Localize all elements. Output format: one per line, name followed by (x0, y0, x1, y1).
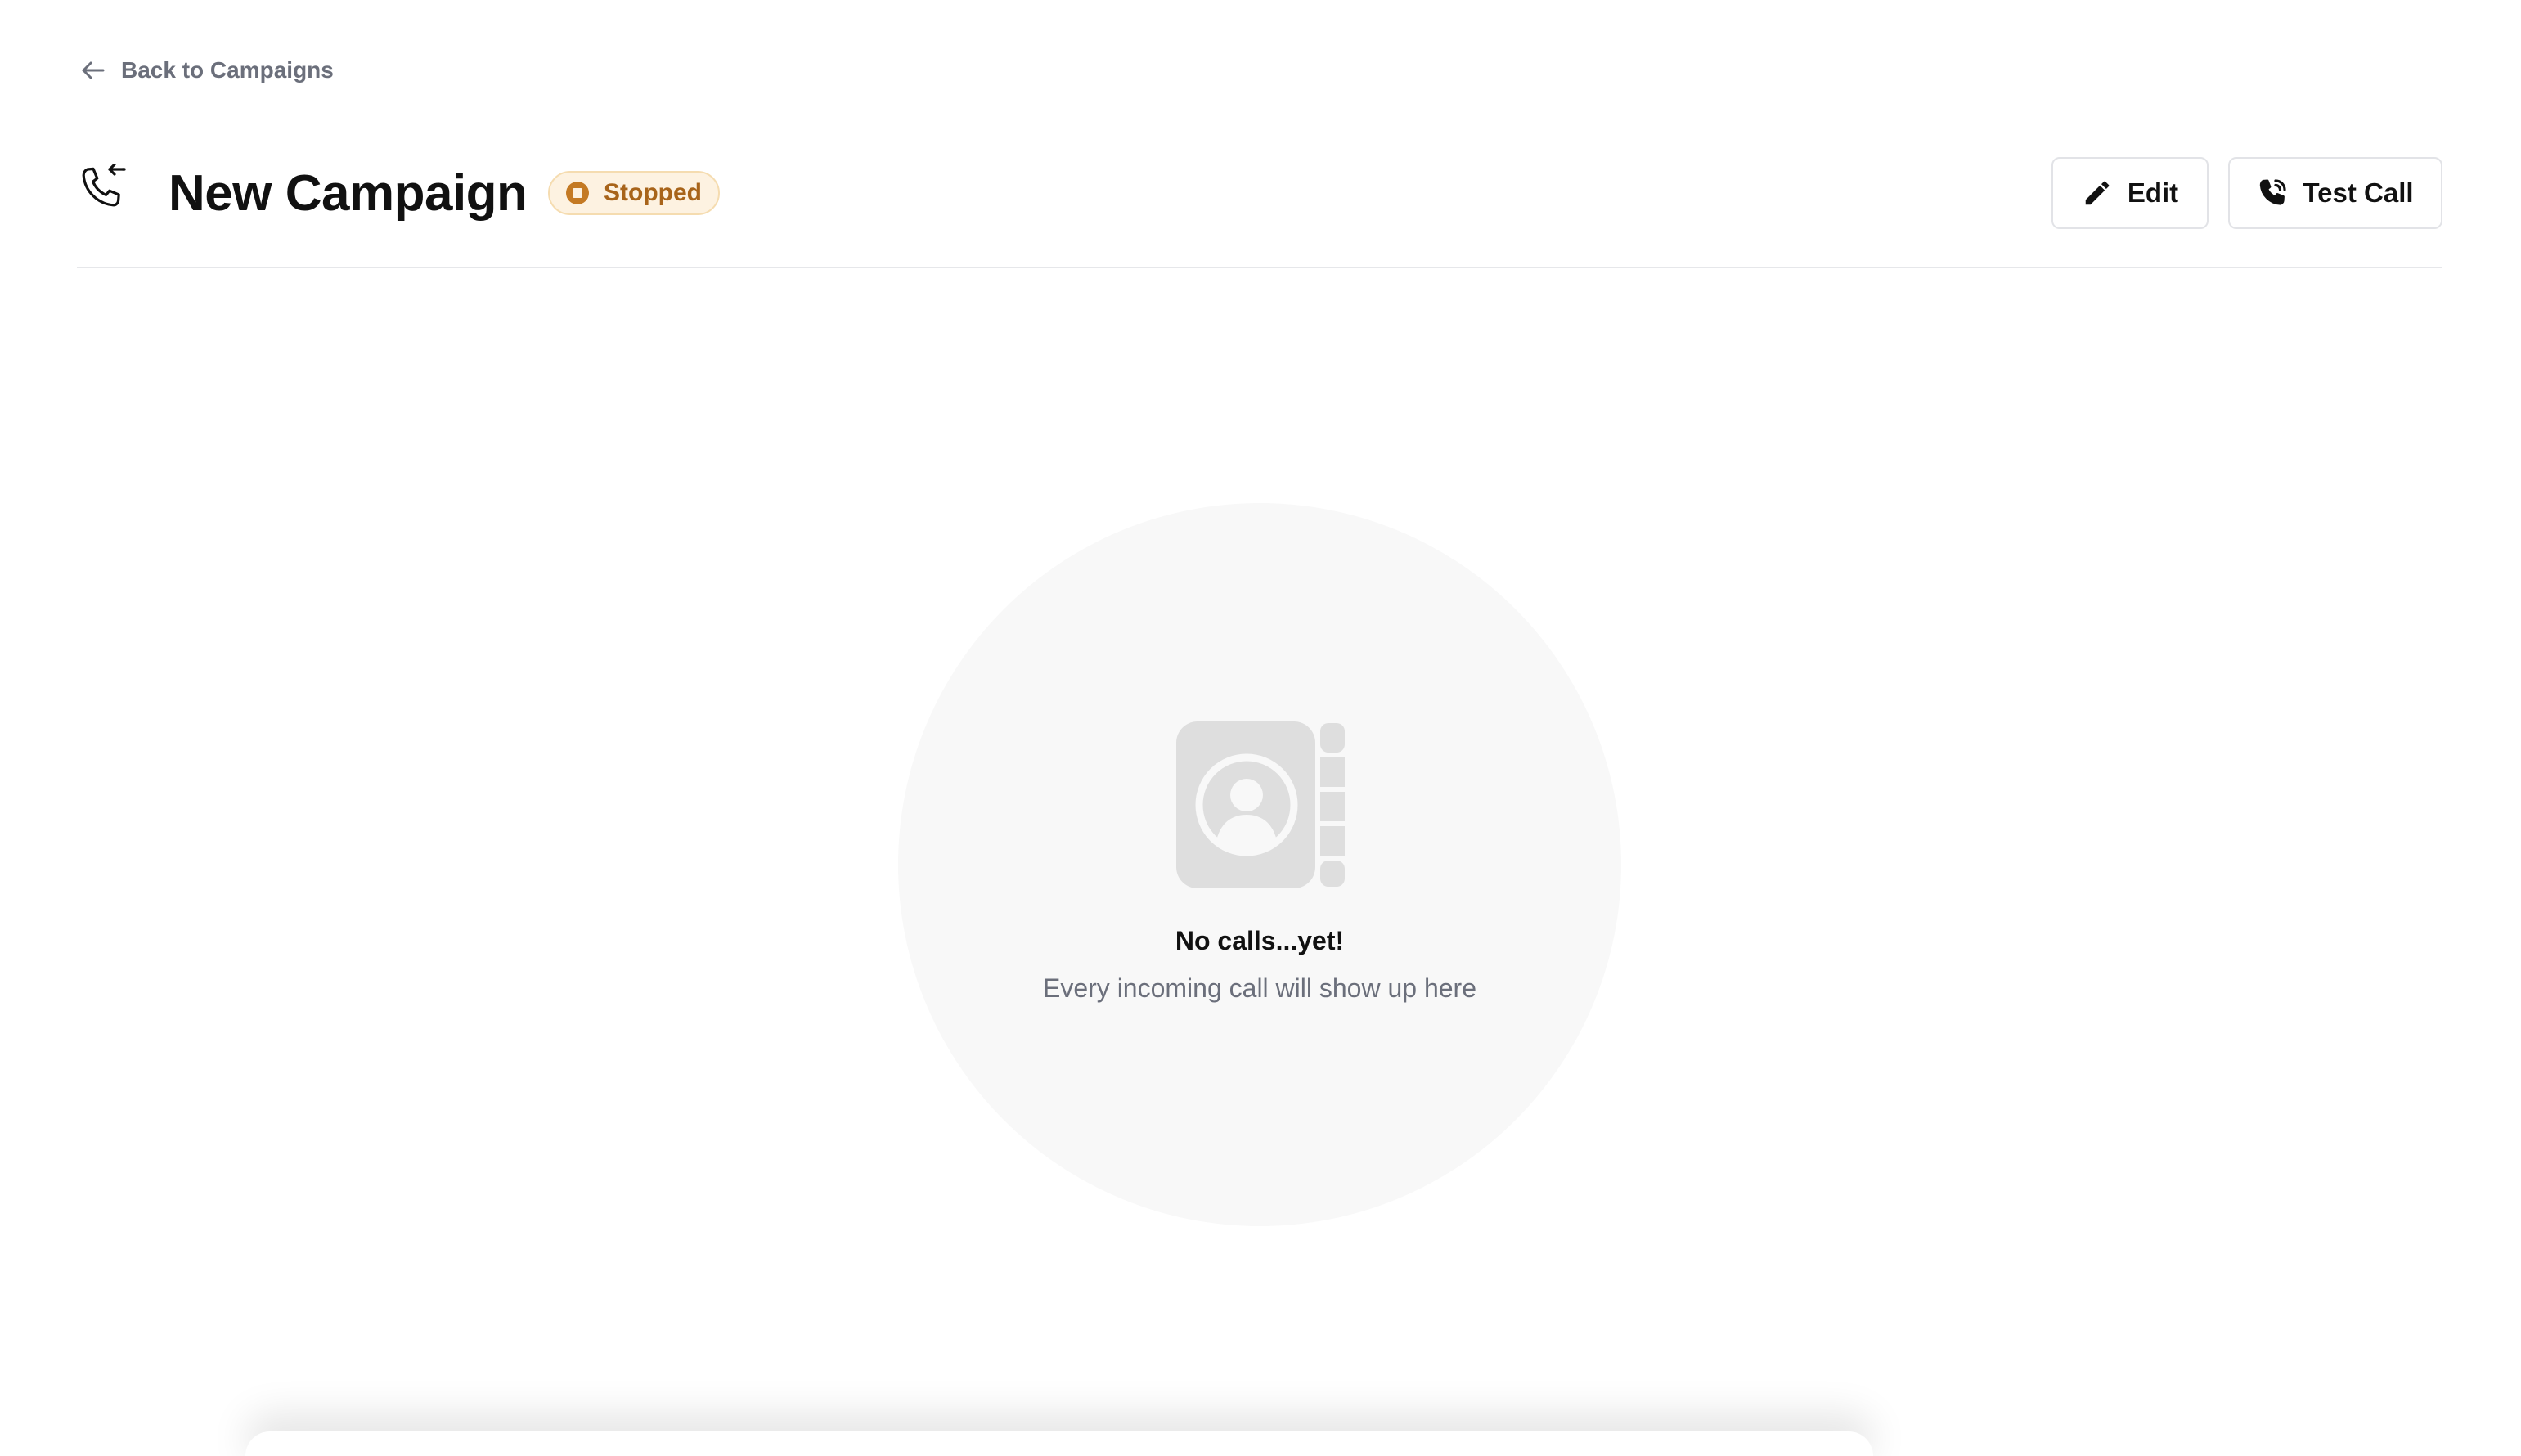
test-call-button-label: Test Call (2303, 178, 2414, 208)
arrow-left-icon (82, 61, 105, 79)
header-actions: Edit Test Call (2051, 157, 2442, 229)
empty-state-title: No calls...yet! (1175, 926, 1345, 955)
phone-calling-icon (2260, 179, 2287, 205)
status-label: Stopped (604, 179, 702, 206)
test-call-button[interactable]: Test Call (2228, 157, 2442, 229)
edit-button[interactable]: Edit (2051, 157, 2209, 229)
back-link-label: Back to Campaigns (121, 57, 334, 83)
stop-circle-icon (566, 182, 589, 204)
status-badge: Stopped (548, 171, 720, 215)
empty-state-subtitle: Every incoming call will show up here (1043, 973, 1476, 1003)
pencil-icon (2085, 181, 2110, 205)
bottom-panel-edge (245, 1431, 1873, 1456)
header-divider (77, 267, 2442, 268)
campaign-header: New Campaign Stopped Edit Test Call (77, 155, 2442, 270)
contact-book-icon (1176, 721, 1345, 888)
page-title: New Campaign (169, 165, 528, 222)
phone-incoming-icon (82, 164, 126, 207)
campaign-page: Back to Campaigns New Campaign Stopped E… (0, 0, 2521, 1456)
edit-button-label: Edit (2127, 178, 2179, 208)
back-to-campaigns-link[interactable]: Back to Campaigns (79, 56, 334, 85)
